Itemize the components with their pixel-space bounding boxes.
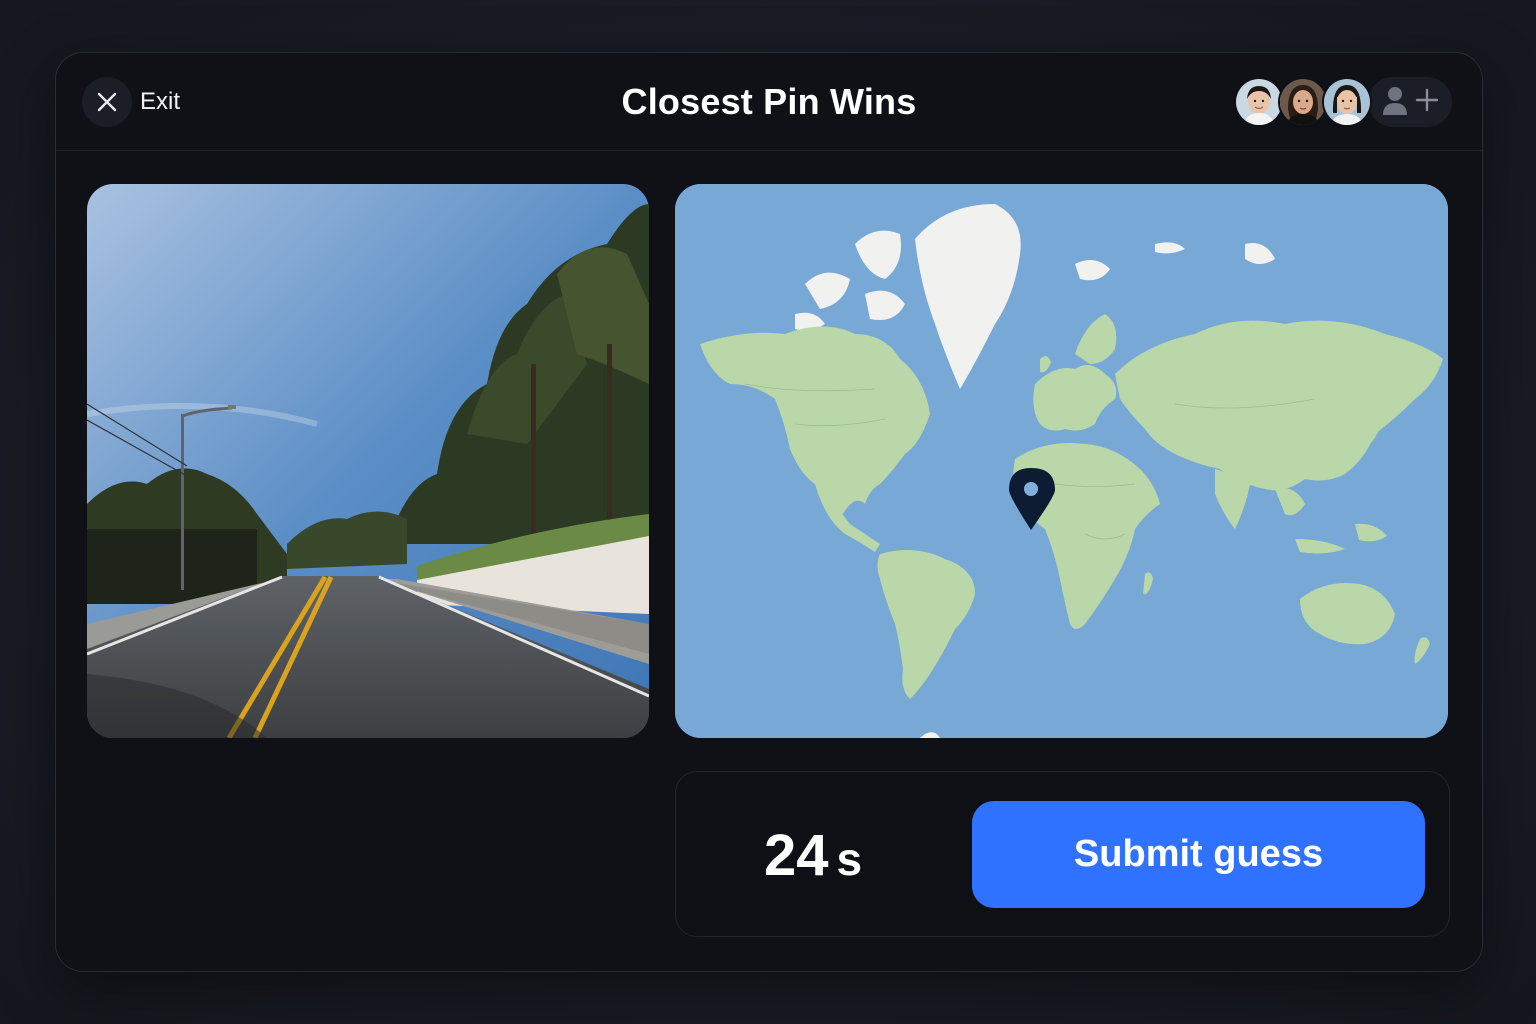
player-avatar-1[interactable] [1234,77,1284,127]
plus-icon [1415,88,1439,117]
timer-value: 24 [764,823,829,888]
person-icon [1381,85,1409,120]
street-view-image[interactable] [87,184,649,738]
add-player-button[interactable] [1368,77,1452,127]
submit-guess-button[interactable]: Submit guess [972,801,1425,908]
player-avatar-3[interactable] [1322,77,1372,127]
timer-unit: s [836,833,863,885]
player-avatar-2[interactable] [1278,77,1328,127]
countdown-timer: 24 s [764,822,862,889]
header: Exit Closest Pin Wins [56,53,1482,151]
action-bar: 24 s Submit guess [675,771,1450,937]
game-window: Exit Closest Pin Wins 24 s Submit guess [55,52,1483,972]
player-list [1234,77,1452,127]
world-map[interactable] [675,184,1448,738]
